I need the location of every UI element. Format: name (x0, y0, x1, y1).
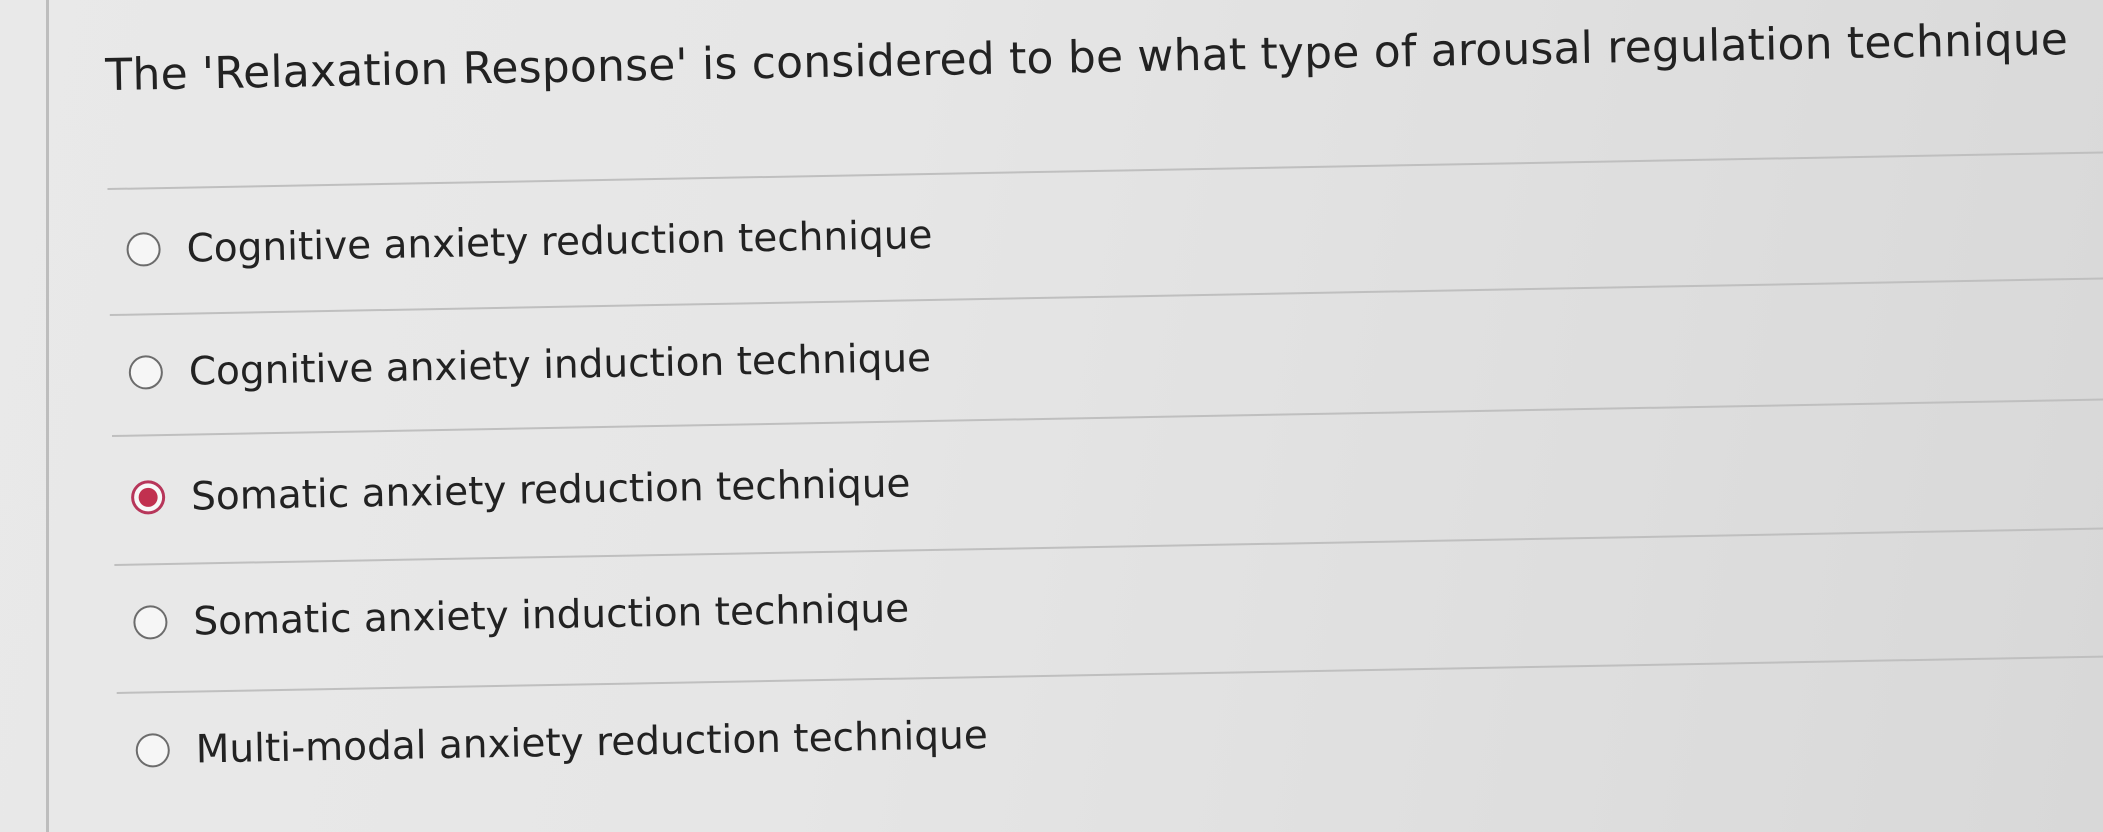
answer-option-label: Cognitive anxiety reduction technique (186, 212, 933, 272)
answer-option-1[interactable]: Cognitive anxiety reduction technique (126, 205, 933, 280)
radio-button-unchecked-icon[interactable] (126, 232, 161, 267)
answer-option-label: Somatic anxiety reduction technique (190, 460, 911, 520)
radio-button-unchecked-icon[interactable] (128, 355, 164, 390)
divider (107, 151, 2103, 191)
answer-option-4[interactable]: Somatic anxiety induction technique (133, 578, 910, 652)
answer-option-5[interactable]: Multi-modal anxiety reduction technique (135, 705, 988, 781)
answer-option-3[interactable]: Somatic anxiety reduction technique (130, 453, 911, 527)
divider (114, 526, 2103, 566)
answer-option-label: Somatic anxiety induction technique (193, 585, 910, 645)
answer-option-label: Cognitive anxiety induction technique (188, 335, 932, 395)
quiz-screen: The 'Relaxation Response' is considered … (0, 0, 2103, 832)
divider (109, 277, 2103, 317)
radio-button-unchecked-icon[interactable] (135, 733, 171, 768)
radio-button-checked-icon[interactable] (130, 480, 166, 515)
answer-option-label: Multi-modal anxiety reduction technique (195, 712, 989, 773)
answer-option-2[interactable]: Cognitive anxiety induction technique (128, 328, 931, 403)
divider (116, 654, 2103, 694)
quiz-question-panel: The 'Relaxation Response' is considered … (0, 0, 2103, 832)
divider (111, 398, 2103, 438)
question-text: The 'Relaxation Response' is considered … (104, 14, 2069, 102)
radio-button-unchecked-icon[interactable] (133, 605, 168, 640)
